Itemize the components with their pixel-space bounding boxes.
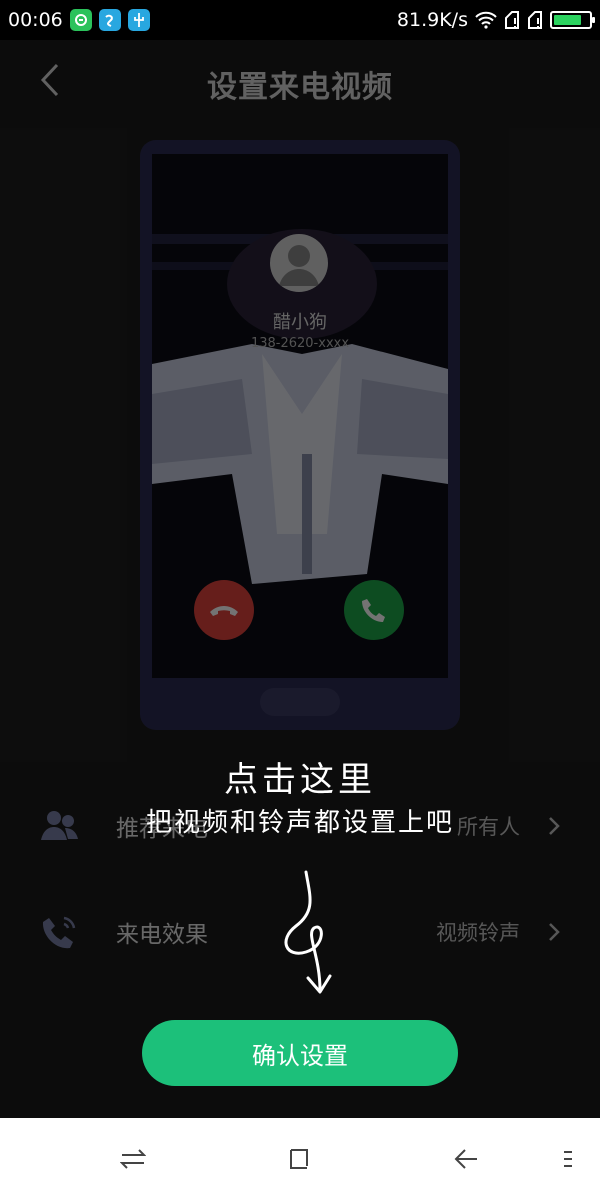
square-icon bbox=[290, 1149, 308, 1169]
navigation-bar bbox=[0, 1118, 600, 1200]
caller-name: 醋小狗 bbox=[273, 312, 327, 333]
confirm-settings-button[interactable]: 确认设置 bbox=[142, 1020, 458, 1086]
signal-icon bbox=[528, 11, 542, 29]
switch-icon bbox=[120, 1149, 146, 1169]
status-bar: 00:06 81.9K/s bbox=[0, 0, 600, 40]
status-right: 81.9K/s bbox=[396, 9, 595, 31]
phone-preview: 醋小狗 138-2620-xxxx bbox=[140, 140, 460, 730]
phone-icon bbox=[362, 599, 385, 622]
preview-screen: 醋小狗 138-2620-xxxx bbox=[152, 154, 448, 678]
status-time: 00:06 bbox=[8, 9, 63, 31]
menu-icon bbox=[564, 1151, 572, 1167]
back-nav-button[interactable] bbox=[446, 1139, 486, 1179]
caller-avatar bbox=[270, 234, 328, 292]
battery-level bbox=[554, 15, 582, 25]
row-label: 来电效果 bbox=[116, 922, 208, 948]
network-speed: 81.9K/s bbox=[396, 9, 468, 31]
row-value: 视频铃声 bbox=[436, 921, 520, 945]
ringing-phone-icon bbox=[42, 916, 76, 949]
app-badge-icon bbox=[69, 9, 92, 31]
status-left: 00:06 bbox=[8, 9, 150, 31]
caller-number: 138-2620-xxxx bbox=[250, 336, 350, 351]
signal-icon bbox=[505, 11, 519, 29]
preview-home-button bbox=[260, 688, 340, 716]
page-title: 设置来电视频 bbox=[207, 70, 393, 105]
person-icon bbox=[279, 245, 319, 286]
decline-call-button bbox=[194, 580, 254, 640]
hand-drawn-arrow-icon bbox=[284, 870, 332, 994]
chevron-right-icon bbox=[549, 923, 560, 941]
guide-subtitle: 把视频和铃声都设置上吧 bbox=[145, 808, 454, 838]
app-badge-icon bbox=[98, 9, 121, 31]
app-area: 设置来电视频 醋小狗 138-2620-xxxx 推荐来电 所有人 来电效果 视… bbox=[0, 40, 600, 1118]
wifi-icon bbox=[475, 11, 497, 29]
back-arrow-icon bbox=[454, 1149, 477, 1169]
guide-title: 点击这里 bbox=[224, 760, 376, 800]
battery-icon bbox=[550, 11, 595, 29]
switch-button[interactable] bbox=[113, 1139, 153, 1179]
home-button[interactable] bbox=[280, 1139, 320, 1179]
hang-up-icon bbox=[210, 606, 238, 616]
usb-icon bbox=[127, 9, 150, 31]
menu-button[interactable] bbox=[548, 1139, 588, 1179]
accept-call-button bbox=[344, 580, 404, 640]
